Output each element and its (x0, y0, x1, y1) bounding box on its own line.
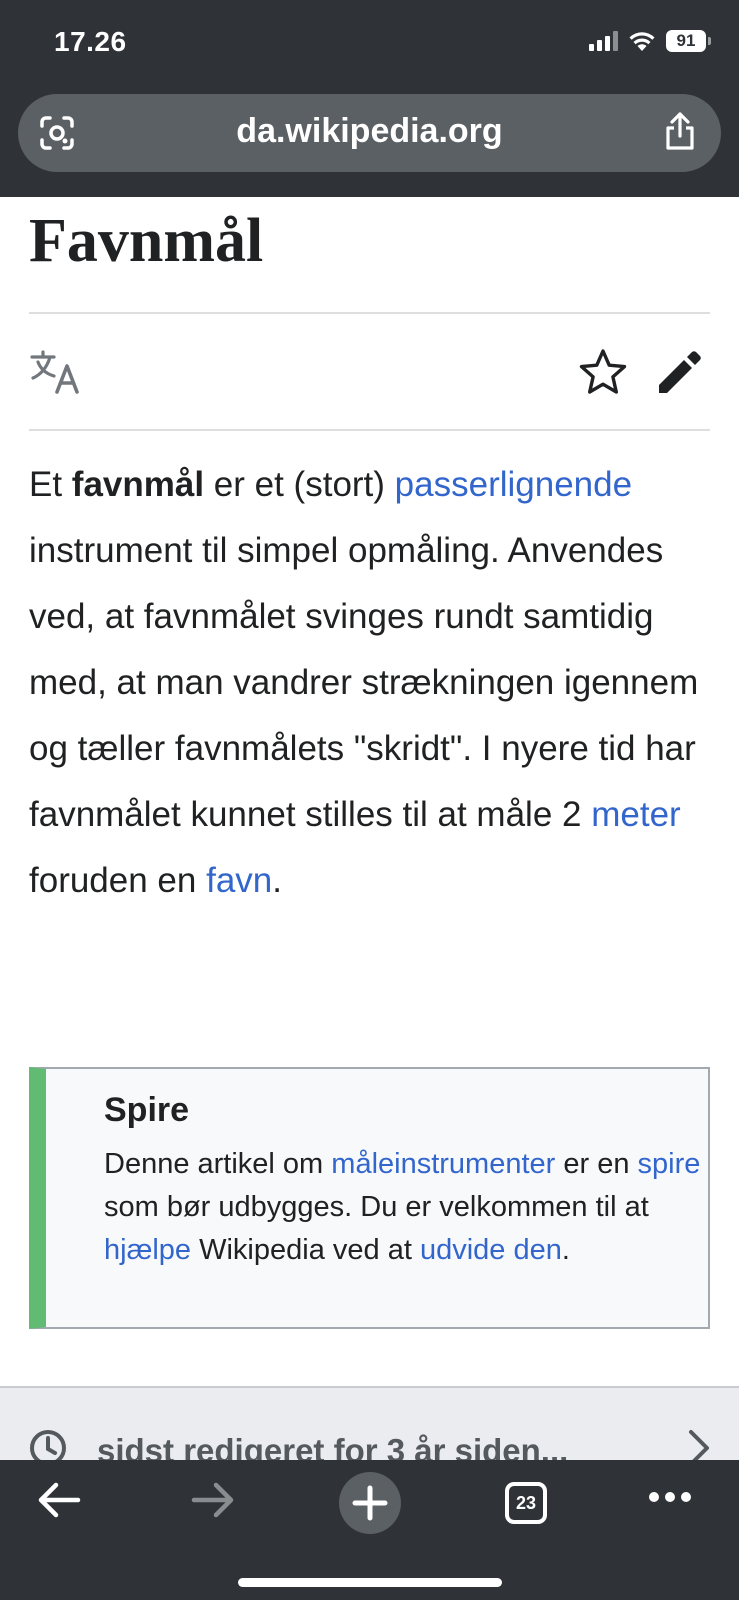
text-segment: Denne artikel om (104, 1148, 332, 1180)
link-passerlignende[interactable]: passerlignende (395, 465, 632, 504)
link-favn[interactable]: favn (206, 861, 272, 900)
forward-arrow-icon[interactable] (190, 1480, 236, 1520)
translate-icon[interactable] (30, 350, 82, 394)
browser-top-chrome: 17.26 91 da.wikipedia.org (0, 0, 739, 197)
stub-text: Denne artikel om måleinstrumenter er en … (104, 1143, 704, 1272)
plus-icon (352, 1485, 388, 1521)
link-udvide-den[interactable]: udvide den (420, 1234, 562, 1266)
text-segment: instrument til simpel opmåling. Anvendes… (29, 531, 699, 834)
browser-bottom-toolbar: 23 (0, 1460, 739, 1600)
text-segment: er en (555, 1148, 638, 1180)
wifi-icon (629, 32, 655, 51)
toolbar-divider (29, 429, 710, 431)
text-segment: Wikipedia ved at (191, 1234, 420, 1266)
bold-term: favnmål (71, 465, 205, 504)
link-maaleinstrumenter[interactable]: måleinstrumenter (331, 1148, 555, 1180)
stub-title: Spire (104, 1091, 190, 1129)
more-icon[interactable] (648, 1490, 692, 1504)
text-segment: er et (stort) (204, 465, 395, 504)
back-arrow-icon[interactable] (36, 1480, 82, 1520)
new-tab-button[interactable] (339, 1472, 401, 1534)
status-time: 17.26 (54, 26, 127, 57)
text-segment: . (272, 861, 282, 900)
url-text[interactable]: da.wikipedia.org (18, 112, 721, 151)
edit-icon[interactable] (656, 348, 704, 396)
article-body: Et favnmål er et (stort) passerlignende … (29, 452, 719, 914)
text-segment: Et (29, 465, 72, 504)
url-bar[interactable]: da.wikipedia.org (18, 94, 721, 172)
stub-notice: Spire Denne artikel om måleinstrumenter … (29, 1067, 710, 1329)
status-indicators: 91 (589, 30, 711, 52)
tabs-icon[interactable]: 23 (505, 1482, 547, 1524)
share-icon[interactable] (661, 110, 699, 152)
last-edited-bar[interactable]: sidst redigeret for 3 år siden... (0, 1386, 739, 1466)
cellular-signal-icon (589, 31, 618, 51)
text-segment: . (561, 1234, 570, 1266)
battery-icon: 91 (666, 30, 711, 52)
link-hjaelpe[interactable]: hjælpe (104, 1234, 191, 1266)
home-indicator[interactable] (238, 1578, 502, 1587)
link-spire[interactable]: spire (638, 1148, 701, 1180)
page-title: Favnmål (29, 207, 264, 275)
battery-level: 91 (666, 30, 706, 52)
link-meter[interactable]: meter (591, 795, 680, 834)
text-segment: foruden en (29, 861, 207, 900)
text-segment: som bør udbygges. Du er velkommen til at (104, 1191, 649, 1223)
title-divider (29, 312, 710, 314)
star-icon[interactable] (578, 348, 628, 396)
